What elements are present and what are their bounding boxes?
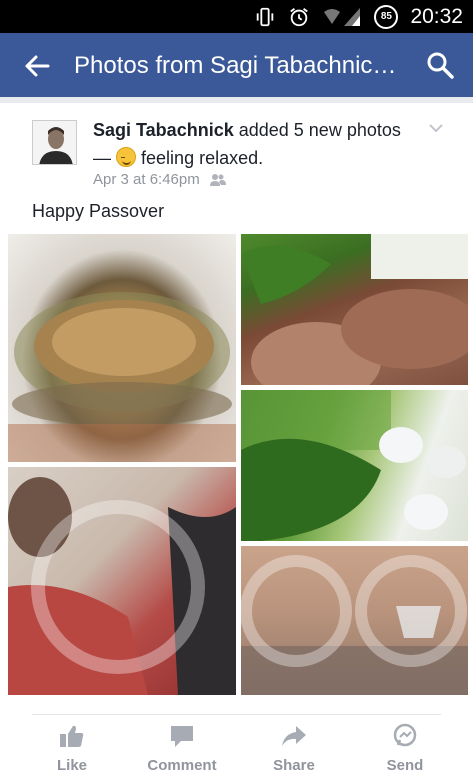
post-header: Sagi Tabachnick added 5 new photos — fee… [93, 116, 423, 172]
send-label: Send [386, 757, 424, 774]
thumbs-up-icon [60, 725, 84, 747]
chevron-down-icon[interactable] [429, 123, 443, 133]
divider [32, 714, 441, 715]
messenger-icon [393, 723, 417, 747]
status-icons: 85 20:32 [254, 0, 463, 33]
avatar-image [33, 121, 76, 164]
photo-4[interactable] [8, 467, 236, 695]
signal-icon [324, 7, 361, 26]
feeling-text: feeling relaxed. [141, 148, 264, 168]
avatar[interactable] [32, 120, 77, 165]
battery-icon: 85 [374, 4, 399, 29]
search-icon[interactable] [425, 50, 455, 80]
post-timestamp[interactable]: Apr 3 at 6:46pm [93, 171, 200, 188]
author-name[interactable]: Sagi Tabachnick [93, 120, 234, 140]
photo-3[interactable] [241, 390, 468, 541]
post-meta: Apr 3 at 6:46pm [93, 171, 226, 188]
comment-button[interactable]: Comment [137, 723, 227, 775]
photo-1[interactable] [8, 234, 236, 462]
back-arrow-icon[interactable] [22, 51, 52, 81]
send-button[interactable]: Send [360, 723, 450, 775]
share-button[interactable]: Share [249, 723, 339, 775]
app-bar: Photos from Sagi Tabachnic… [0, 33, 473, 97]
battery-level: 85 [380, 11, 392, 22]
like-label: Like [56, 757, 87, 774]
page-title: Photos from Sagi Tabachnic… [74, 52, 397, 79]
share-icon [282, 726, 306, 746]
post-action-bar: Like Comment Share Send [0, 723, 473, 782]
alarm-icon [290, 7, 309, 26]
relaxed-emoji-icon [116, 147, 137, 167]
photo-2[interactable] [241, 234, 468, 385]
status-bar: 85 20:32 [0, 0, 473, 33]
comment-label: Comment [147, 757, 217, 774]
post-card: Sagi Tabachnick added 5 new photos — fee… [0, 103, 473, 782]
photo-5[interactable] [241, 546, 468, 695]
vibrate-icon [257, 7, 274, 26]
clock: 20:32 [410, 4, 463, 28]
like-button[interactable]: Like [27, 723, 117, 775]
post-text: Happy Passover [32, 201, 165, 221]
comment-icon [171, 726, 193, 747]
friends-audience-icon[interactable] [209, 173, 226, 187]
share-label: Share [273, 757, 315, 774]
